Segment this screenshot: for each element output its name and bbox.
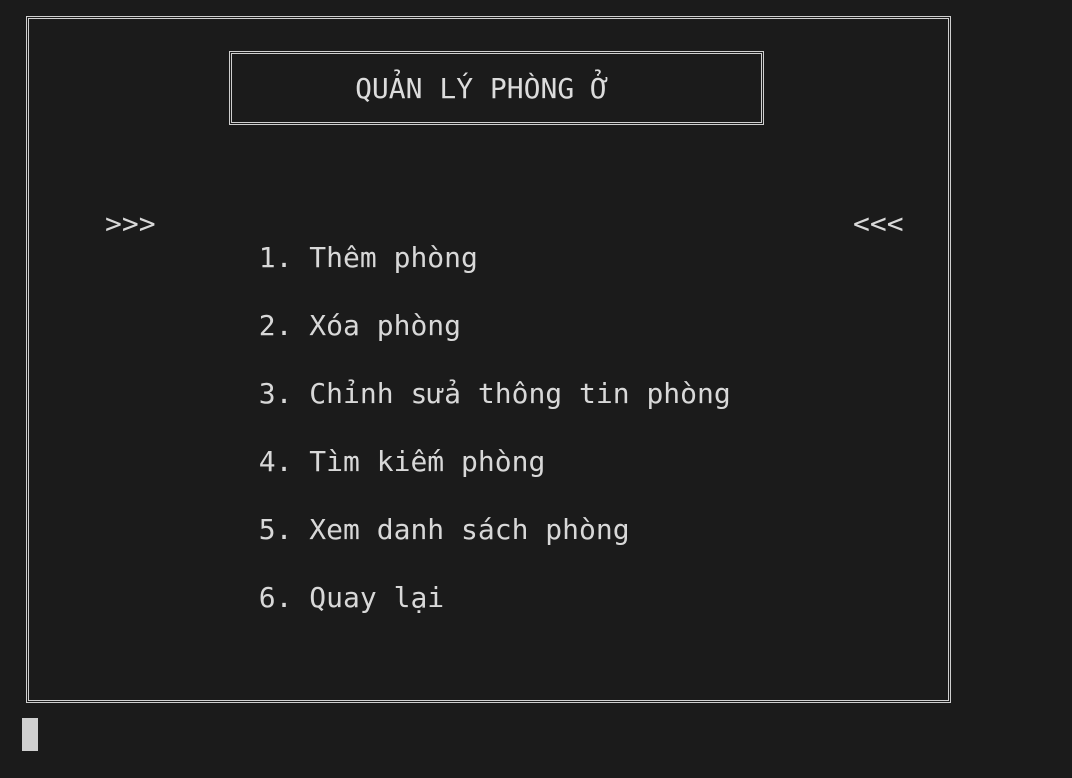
menu-item-add-room[interactable]: 1. Thêm phòng <box>225 207 478 275</box>
selection-marker-left: >>> <box>105 207 156 240</box>
menu-item-number: 5. <box>258 513 293 546</box>
menu-item-label: Xem danh sách phòng <box>309 513 630 546</box>
menu-item-edit-room[interactable]: 3. Chỉnh sửa thông tin phòng <box>225 343 731 411</box>
menu-item-label: Quay lại <box>309 581 445 614</box>
menu-item-search-room[interactable]: 4. Tìm kiếm phòng <box>225 411 546 479</box>
menu-item-number: 2. <box>258 309 293 342</box>
menu-item-number: 4. <box>258 445 293 478</box>
page-title: QUẢN LÝ PHÒNG Ở <box>355 71 608 105</box>
menu-item-label: Chỉnh sửa thông tin phòng <box>309 377 731 410</box>
menu-item-back[interactable]: 6. Quay lại <box>225 547 444 615</box>
menu-item-label: Thêm phòng <box>309 241 478 274</box>
menu-item-number: 6. <box>258 581 293 614</box>
title-box: QUẢN LÝ PHÒNG Ở <box>229 51 764 125</box>
terminal-cursor <box>22 718 38 751</box>
menu-item-number: 1. <box>258 241 293 274</box>
menu-item-label: Xóa phòng <box>309 309 462 342</box>
menu-item-delete-room[interactable]: 2. Xóa phòng <box>225 275 461 343</box>
menu-item-number: 3. <box>258 377 293 410</box>
selection-marker-right: <<< <box>853 207 904 240</box>
menu-item-list-rooms[interactable]: 5. Xem danh sách phòng <box>225 479 630 547</box>
menu-item-label: Tìm kiếm phòng <box>309 445 546 478</box>
